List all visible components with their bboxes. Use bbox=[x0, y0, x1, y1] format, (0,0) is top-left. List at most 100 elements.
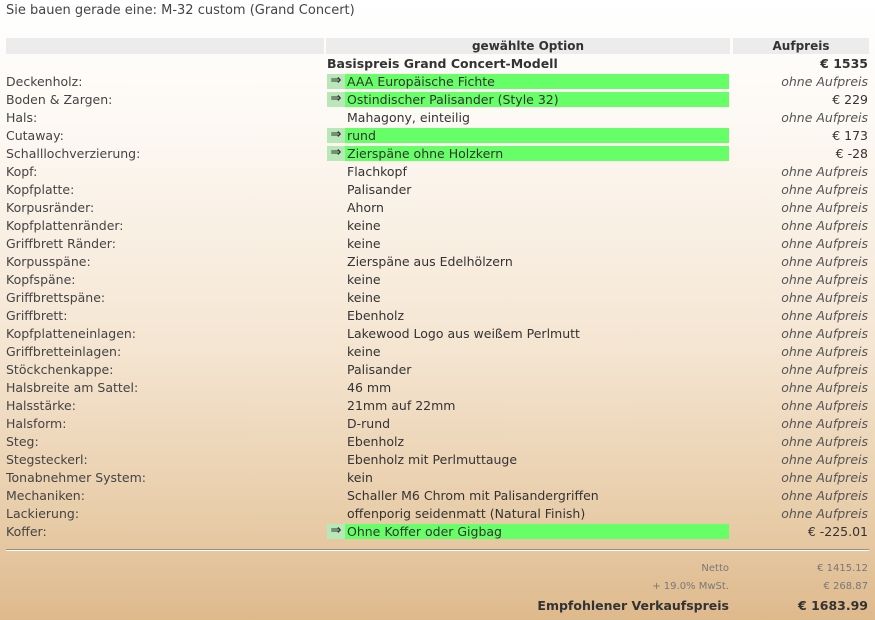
row-label: Stegsteckerl: bbox=[6, 452, 88, 467]
table-row: Korpusränder: Ahorn ohne Aufpreis bbox=[0, 199, 875, 217]
table-row: Deckenholz: ⇒ AAA Europäische Fichte ohne A… bbox=[0, 73, 875, 91]
option-value: 46 mm bbox=[347, 380, 392, 395]
row-price: ohne Aufpreis bbox=[781, 290, 868, 305]
option-value: Ebenholz bbox=[347, 308, 405, 323]
option-cell: kein bbox=[327, 470, 729, 485]
row-price: ohne Aufpreis bbox=[781, 506, 868, 521]
table-row: Griffbretteinlagen: keine ohne Aufpreis bbox=[0, 343, 875, 361]
option-cell: 21mm auf 22mm bbox=[327, 398, 729, 413]
option-cell: keine bbox=[327, 290, 729, 305]
row-label: Halsform: bbox=[6, 416, 67, 431]
row-price: € 173 bbox=[832, 128, 868, 143]
base-price-label-cell: Basispreis Grand Concert-Modell bbox=[327, 56, 729, 71]
row-label: Hals: bbox=[6, 110, 38, 125]
page-title: Sie bauen gerade eine: M-32 custom (Gran… bbox=[6, 3, 355, 18]
row-price: ohne Aufpreis bbox=[781, 452, 868, 467]
vat-label: + 19.0% MwSt. bbox=[652, 581, 729, 592]
option-value: Ostindischer Palisander (Style 32) bbox=[347, 92, 559, 107]
option-cell: Ebenholz bbox=[327, 308, 729, 323]
vat-value: € 268.87 bbox=[823, 581, 868, 592]
table-row: Hals: Mahagony, einteilig ohne Aufpreis bbox=[0, 109, 875, 127]
table-row: Lackierung: offenporig seidenmatt (Natura… bbox=[0, 505, 875, 523]
netto-value: € 1415.12 bbox=[817, 563, 868, 574]
row-price: ohne Aufpreis bbox=[781, 254, 868, 269]
option-value: Schaller M6 Chrom mit Palisandergriffen bbox=[347, 488, 599, 503]
option-value: offenporig seidenmatt (Natural Finish) bbox=[347, 506, 586, 521]
row-label: Koffer: bbox=[6, 524, 47, 539]
option-value: rund bbox=[347, 128, 376, 143]
row-label: Kopf: bbox=[6, 164, 38, 179]
option-value: Zierspäne aus Edelhölzern bbox=[347, 254, 513, 269]
row-price: ohne Aufpreis bbox=[781, 344, 868, 359]
option-value: keine bbox=[347, 344, 381, 359]
row-label: Kopfplatteneinlagen: bbox=[6, 326, 137, 341]
table-row: Korpusspäne: Zierspäne aus Edelhölzern ohn… bbox=[0, 253, 875, 271]
row-price: ohne Aufpreis bbox=[781, 218, 868, 233]
option-cell: keine bbox=[327, 218, 729, 233]
option-cell: Schaller M6 Chrom mit Palisandergriffen bbox=[327, 488, 729, 503]
row-price: ohne Aufpreis bbox=[781, 326, 868, 341]
row-price: ohne Aufpreis bbox=[781, 110, 868, 125]
arrow-right-icon: ⇒ bbox=[327, 146, 345, 161]
table-row: Halsform: D-rund ohne Aufpreis bbox=[0, 415, 875, 433]
row-label: Korpusspäne: bbox=[6, 254, 91, 269]
final-price-label: Empfohlener Verkaufspreis bbox=[537, 598, 729, 613]
option-value: Lakewood Logo aus weißem Perlmutt bbox=[347, 326, 580, 341]
table-row: Boden & Zargen: ⇒ Ostindischer Palisander … bbox=[0, 91, 875, 109]
table-row: Griffbrettspäne: keine ohne Aufpreis bbox=[0, 289, 875, 307]
option-value: Ahorn bbox=[347, 200, 384, 215]
option-cell: 46 mm bbox=[327, 380, 729, 395]
table-row: Kopfspäne: keine ohne Aufpreis bbox=[0, 271, 875, 289]
row-label: Schalllochverzierung: bbox=[6, 146, 141, 161]
row-price: ohne Aufpreis bbox=[781, 488, 868, 503]
option-cell: Flachkopf bbox=[327, 164, 729, 179]
row-label: Kopfplatte: bbox=[6, 182, 75, 197]
option-cell: keine bbox=[327, 344, 729, 359]
row-price: ohne Aufpreis bbox=[781, 398, 868, 413]
header-surcharge: Aufpreis bbox=[733, 38, 869, 54]
row-label: Mechaniken: bbox=[6, 488, 85, 503]
row-label: Halsstärke: bbox=[6, 398, 76, 413]
option-value: keine bbox=[347, 236, 381, 251]
row-label: Kopfspäne: bbox=[6, 272, 76, 287]
option-value: keine bbox=[347, 218, 381, 233]
row-price: ohne Aufpreis bbox=[781, 182, 868, 197]
table-row: Koffer: ⇒ Ohne Koffer oder Gigbag € -225.01 bbox=[0, 523, 875, 541]
option-value: Ebenholz bbox=[347, 434, 405, 449]
row-price: ohne Aufpreis bbox=[781, 308, 868, 323]
table-row: Kopfplatte: Palisander ohne Aufpreis bbox=[0, 181, 875, 199]
row-price: ohne Aufpreis bbox=[781, 380, 868, 395]
option-value: keine bbox=[347, 290, 381, 305]
option-value: kein bbox=[347, 470, 373, 485]
table-row: Steg: Ebenholz ohne Aufpreis bbox=[0, 433, 875, 451]
selected-option-highlight: ⇒ Ostindischer Palisander (Style 32) bbox=[327, 92, 729, 107]
option-value: Mahagony, einteilig bbox=[347, 110, 470, 125]
selected-option-highlight: ⇒ Ohne Koffer oder Gigbag bbox=[327, 524, 729, 539]
table-row: Cutaway: ⇒ rund € 173 bbox=[0, 127, 875, 145]
base-price-row: Basispreis Grand Concert-Modell € 1535 bbox=[0, 55, 875, 73]
header-blank-cell bbox=[6, 38, 324, 54]
row-price: € -225.01 bbox=[807, 524, 868, 539]
selected-option-highlight: ⇒ Zierspäne ohne Holzkern bbox=[327, 146, 729, 161]
header-option: gewählte Option bbox=[326, 38, 730, 54]
row-label: Griffbrett Ränder: bbox=[6, 236, 116, 251]
row-label: Korpusränder: bbox=[6, 200, 95, 215]
option-value: Palisander bbox=[347, 182, 412, 197]
table-row: Halsbreite am Sattel: 46 mm ohne Aufpreis bbox=[0, 379, 875, 397]
option-value: Ebenholz mit Perlmuttauge bbox=[347, 452, 518, 467]
arrow-right-icon: ⇒ bbox=[327, 524, 345, 539]
arrow-right-icon: ⇒ bbox=[327, 128, 345, 143]
row-price: € 229 bbox=[832, 92, 868, 107]
option-cell: Ahorn bbox=[327, 200, 729, 215]
totals-divider bbox=[6, 549, 869, 551]
row-price: ohne Aufpreis bbox=[781, 434, 868, 449]
row-label: Stöckchenkappe: bbox=[6, 362, 114, 377]
option-cell: Palisander bbox=[327, 362, 729, 377]
table-row: Mechaniken: Schaller M6 Chrom mit Palisan… bbox=[0, 487, 875, 505]
arrow-right-icon: ⇒ bbox=[327, 74, 345, 89]
row-label: Tonabnehmer System: bbox=[6, 470, 147, 485]
row-price: ohne Aufpreis bbox=[781, 416, 868, 431]
option-value: Palisander bbox=[347, 362, 412, 377]
row-price: ohne Aufpreis bbox=[781, 200, 868, 215]
table-row: Kopf: Flachkopf ohne Aufpreis bbox=[0, 163, 875, 181]
